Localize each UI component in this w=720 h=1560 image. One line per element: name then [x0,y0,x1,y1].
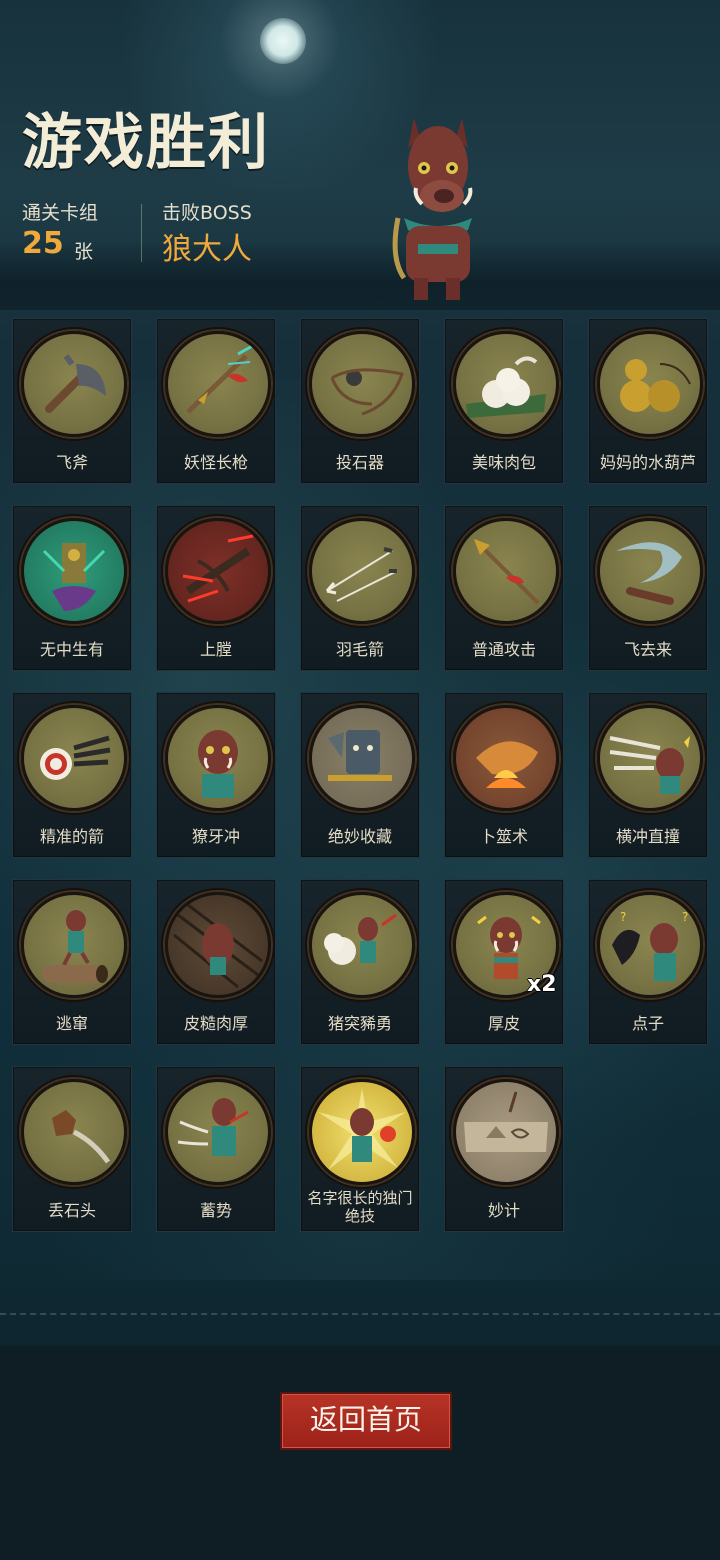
card-item[interactable]: 普通攻击 [444,505,564,671]
idea-icon: ?? [597,892,703,998]
card-name: 名字很长的独门 绝技 [301,1189,419,1225]
rampage-icon [597,705,703,811]
card-name: 皮糙肉厚 [183,1014,248,1033]
footer-bar [0,1346,720,1560]
card-item[interactable]: 精准的箭 [12,692,132,858]
spear-icon [165,331,271,437]
moon-decoration [260,18,306,64]
card-name-line1: 名字很长的独门 [307,1189,413,1207]
card-item[interactable]: 绝妙收藏 [300,692,420,858]
special-move-icon [309,1079,415,1185]
card-item[interactable]: 飞斧 [12,318,132,484]
summon-icon [21,518,127,624]
card-name: 厚皮 [487,1014,520,1033]
deck-unit: 张 [74,241,94,263]
boss-label: 击败BOSS [162,202,252,224]
card-item[interactable]: 皮糙肉厚 [156,879,276,1045]
card-name: 妖怪长枪 [183,453,248,472]
boar-rush-icon [309,892,415,998]
card-name: 獠牙冲 [191,827,240,846]
divination-icon [453,705,559,811]
card-item[interactable]: 卜筮术 [444,692,564,858]
boss-name: 狼大人 [162,232,252,267]
card-item[interactable]: 獠牙冲 [156,692,276,858]
deck-label: 通关卡组 [22,202,99,224]
arrows-icon [309,518,415,624]
card-name: 投石器 [335,453,384,472]
card-name: 精准的箭 [39,827,104,846]
card-item[interactable]: ?? 点子 [588,879,708,1045]
card-name: 普通攻击 [471,640,536,659]
sling-icon [309,331,415,437]
target-icon [21,705,127,811]
card-item[interactable]: 妈妈的水葫芦 [588,318,708,484]
gourd-icon [597,331,703,437]
card-name: 卜筮术 [479,827,528,846]
card-item[interactable]: 无中生有 [12,505,132,671]
card-item[interactable]: x2 厚皮 [444,879,564,1045]
card-name: 横冲直撞 [615,827,680,846]
card-name: 美味肉包 [471,453,536,472]
card-name: 羽毛箭 [335,640,384,659]
card-item[interactable]: 丢石头 [12,1066,132,1232]
scheme-icon [453,1079,559,1185]
card-item[interactable]: 蓄势 [156,1066,276,1232]
card-item[interactable]: 飞去来 [588,505,708,671]
card-name: 丢石头 [47,1201,96,1220]
card-name: 飞去来 [623,640,672,659]
svg-text:?: ? [620,910,626,924]
card-item[interactable]: 妙计 [444,1066,564,1232]
card-name: 点子 [631,1014,664,1033]
boar-charge-icon [165,705,271,811]
svg-text:?: ? [682,910,688,924]
treasure-icon [309,705,415,811]
rock-icon [21,1079,127,1185]
stat-divider [141,204,142,262]
return-home-button[interactable]: 返回首页 [280,1392,452,1450]
card-item[interactable]: 上膛 [156,505,276,671]
boss-boar-icon [384,108,488,302]
cliff-decoration [0,240,720,310]
count-badge: x2 [527,972,557,997]
card-item[interactable]: 妖怪长枪 [156,318,276,484]
card-name-line2: 绝技 [344,1207,375,1225]
card-item[interactable]: 羽毛箭 [300,505,420,671]
card-name: 上膛 [199,640,232,659]
card-item[interactable]: 美味肉包 [444,318,564,484]
card-name: 蓄势 [199,1201,232,1220]
section-divider [0,1313,720,1315]
card-item[interactable]: 投石器 [300,318,420,484]
deck-count: 25 [22,226,64,261]
tough-skin-icon [165,892,271,998]
card-name: 飞斧 [55,453,88,472]
flee-icon [21,892,127,998]
card-name: 猪突豨勇 [327,1014,392,1033]
spear-attack-icon [453,518,559,624]
card-item[interactable]: 名字很长的独门 绝技 [300,1066,420,1232]
page-title: 游戏胜利 [22,108,270,178]
card-name: 妈妈的水葫芦 [599,453,696,472]
crossbow-icon [165,518,271,624]
card-name: 绝妙收藏 [327,827,392,846]
axe-icon [21,331,127,437]
card-name: 无中生有 [39,640,104,659]
charge-up-icon [165,1079,271,1185]
card-item[interactable]: 猪突豨勇 [300,879,420,1045]
meat-bun-icon [453,331,559,437]
card-name: 逃窜 [55,1014,88,1033]
card-item[interactable]: 横冲直撞 [588,692,708,858]
card-name: 妙计 [487,1201,520,1220]
card-item[interactable]: 逃窜 [12,879,132,1045]
boomerang-icon [597,518,703,624]
